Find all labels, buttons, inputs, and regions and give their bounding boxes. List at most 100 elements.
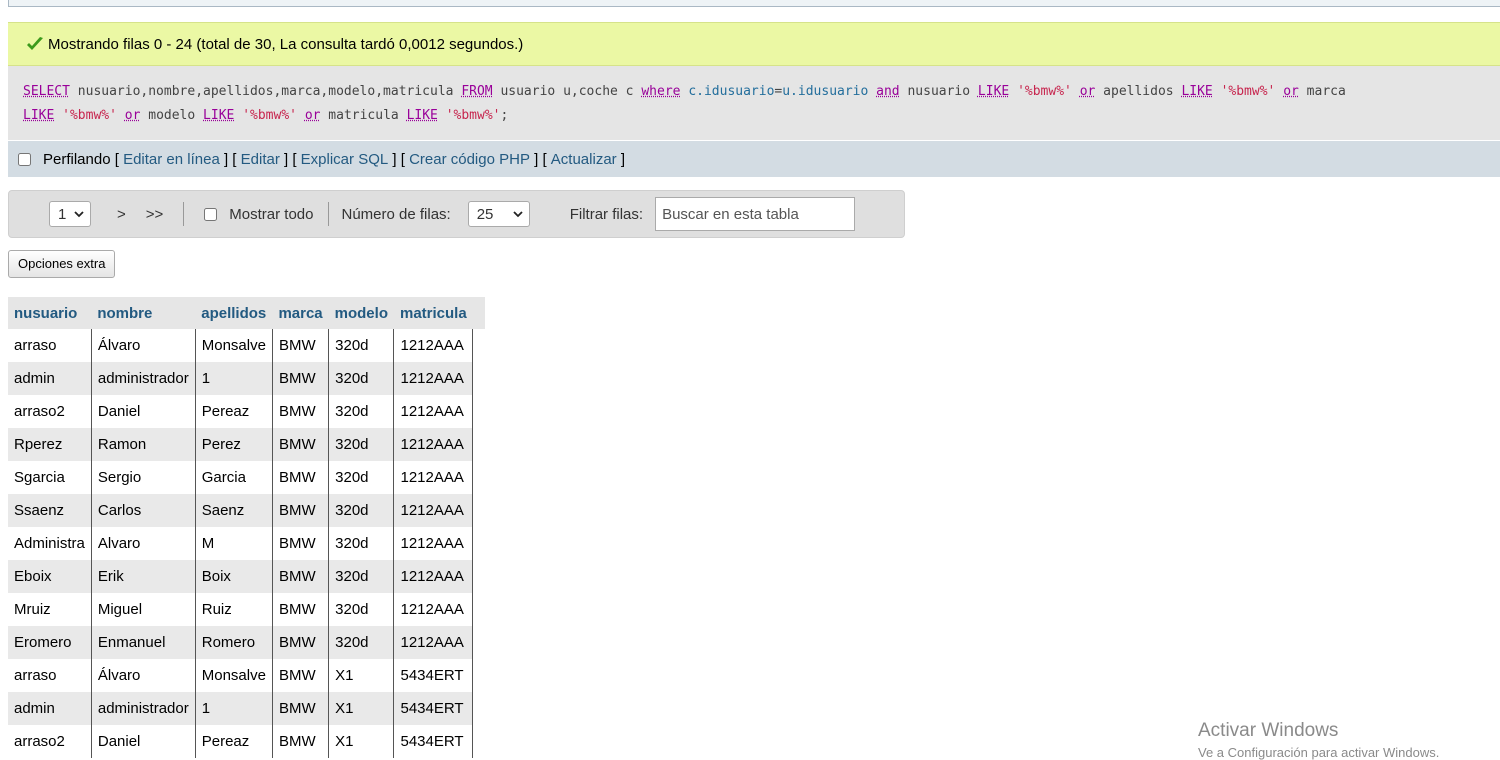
column-header-modelo[interactable]: modelo xyxy=(328,297,394,329)
table-cell-modelo[interactable]: X1 xyxy=(328,659,395,692)
table-row[interactable]: arraso2 Daniel Pereaz BMW X1 5434ERT xyxy=(8,725,485,758)
table-cell-marca[interactable]: BMW xyxy=(272,527,330,560)
table-cell-marca[interactable]: BMW xyxy=(272,362,330,395)
table-cell-modelo[interactable]: 320d xyxy=(328,527,395,560)
table-row[interactable]: arraso Álvaro Monsalve BMW X1 5434ERT xyxy=(8,659,485,692)
sql-query-box[interactable]: SELECT nusuario,nombre,apellidos,marca,m… xyxy=(8,66,1500,140)
table-row[interactable]: Eromero Enmanuel Romero BMW 320d 1212AAA xyxy=(8,626,485,659)
table-cell-modelo[interactable]: X1 xyxy=(328,692,395,725)
table-cell-matricula[interactable]: 1212AAA xyxy=(393,428,474,461)
table-row[interactable]: Eboix Erik Boix BMW 320d 1212AAA xyxy=(8,560,485,593)
table-cell-apellidos[interactable]: Ruiz xyxy=(195,593,273,626)
table-cell-matricula[interactable]: 1212AAA xyxy=(393,395,474,428)
extra-options-button[interactable]: Opciones extra xyxy=(8,250,116,278)
table-cell-modelo[interactable]: 320d xyxy=(328,428,395,461)
table-cell-matricula[interactable]: 1212AAA xyxy=(393,626,474,659)
create-php-code-link[interactable]: Crear código PHP xyxy=(409,151,530,168)
table-cell-nusuario[interactable]: admin xyxy=(8,692,92,725)
table-cell-apellidos[interactable]: Boix xyxy=(195,560,273,593)
table-cell-nusuario[interactable]: arraso2 xyxy=(8,725,92,758)
table-cell-matricula[interactable]: 1212AAA xyxy=(393,362,474,395)
table-cell-modelo[interactable]: 320d xyxy=(328,593,395,626)
table-row[interactable]: arraso Álvaro Monsalve BMW 320d 1212AAA xyxy=(8,329,485,362)
table-row[interactable]: admin administrador 1 BMW X1 5434ERT xyxy=(8,692,485,725)
table-cell-nusuario[interactable]: admin xyxy=(8,362,92,395)
table-cell-marca[interactable]: BMW xyxy=(272,329,330,362)
table-cell-nusuario[interactable]: Rperez xyxy=(8,428,92,461)
profiling-checkbox[interactable] xyxy=(18,152,31,166)
table-row[interactable]: arraso2 Daniel Pereaz BMW 320d 1212AAA xyxy=(8,395,485,428)
last-page-button[interactable]: >> xyxy=(146,206,164,223)
table-cell-nusuario[interactable]: arraso xyxy=(8,659,92,692)
table-row[interactable]: Administra Alvaro M BMW 320d 1212AAA xyxy=(8,527,485,560)
table-cell-apellidos[interactable]: Monsalve xyxy=(195,329,273,362)
table-cell-modelo[interactable]: 320d xyxy=(328,329,395,362)
table-cell-marca[interactable]: BMW xyxy=(272,494,330,527)
table-cell-apellidos[interactable]: Pereaz xyxy=(195,725,273,758)
table-cell-nombre[interactable]: Sergio xyxy=(91,461,196,494)
table-cell-modelo[interactable]: 320d xyxy=(328,560,395,593)
edit-inline-link[interactable]: Editar en línea xyxy=(123,151,220,168)
rows-count-select[interactable]: 25 xyxy=(467,201,530,227)
table-cell-marca[interactable]: BMW xyxy=(272,692,330,725)
table-cell-nombre[interactable]: Daniel xyxy=(91,395,196,428)
table-cell-matricula[interactable]: 1212AAA xyxy=(393,329,474,362)
table-cell-nusuario[interactable]: Eromero xyxy=(8,626,92,659)
table-cell-marca[interactable]: BMW xyxy=(272,428,330,461)
table-cell-apellidos[interactable]: Monsalve xyxy=(195,659,273,692)
table-cell-matricula[interactable]: 1212AAA xyxy=(393,560,474,593)
column-header-apellidos[interactable]: apellidos xyxy=(195,297,273,329)
table-cell-modelo[interactable]: 320d xyxy=(328,494,395,527)
table-cell-marca[interactable]: BMW xyxy=(272,725,330,758)
table-cell-apellidos[interactable]: M xyxy=(195,527,273,560)
refresh-link[interactable]: Actualizar xyxy=(551,151,617,168)
table-cell-nombre[interactable]: Erik xyxy=(91,560,196,593)
table-cell-marca[interactable]: BMW xyxy=(272,626,330,659)
table-cell-nusuario[interactable]: arraso2 xyxy=(8,395,92,428)
table-cell-modelo[interactable]: 320d xyxy=(328,626,395,659)
table-cell-marca[interactable]: BMW xyxy=(272,560,330,593)
table-row[interactable]: Sgarcia Sergio Garcia BMW 320d 1212AAA xyxy=(8,461,485,494)
column-header-nombre[interactable]: nombre xyxy=(91,297,196,329)
table-cell-nusuario[interactable]: Administra xyxy=(8,527,92,560)
table-cell-nusuario[interactable]: Ssaenz xyxy=(8,494,92,527)
table-row[interactable]: Rperez Ramon Perez BMW 320d 1212AAA xyxy=(8,428,485,461)
table-cell-modelo[interactable]: 320d xyxy=(328,362,395,395)
table-cell-modelo[interactable]: 320d xyxy=(328,395,395,428)
table-cell-nombre[interactable]: Álvaro xyxy=(91,329,196,362)
column-header-matricula[interactable]: matricula xyxy=(393,297,473,329)
table-cell-marca[interactable]: BMW xyxy=(272,461,330,494)
page-select[interactable]: 1 xyxy=(49,201,91,227)
table-row[interactable]: Ssaenz Carlos Saenz BMW 320d 1212AAA xyxy=(8,494,485,527)
table-cell-matricula[interactable]: 1212AAA xyxy=(393,593,474,626)
next-page-button[interactable]: > xyxy=(117,206,126,223)
table-cell-matricula[interactable]: 1212AAA xyxy=(393,461,474,494)
table-cell-nombre[interactable]: Ramon xyxy=(91,428,196,461)
table-cell-apellidos[interactable]: Romero xyxy=(195,626,273,659)
table-cell-marca[interactable]: BMW xyxy=(272,659,330,692)
table-cell-modelo[interactable]: 320d xyxy=(328,461,395,494)
explain-sql-link[interactable]: Explicar SQL xyxy=(301,151,389,168)
table-cell-nombre[interactable]: Álvaro xyxy=(91,659,196,692)
table-cell-nusuario[interactable]: Sgarcia xyxy=(8,461,92,494)
column-header-nusuario[interactable]: nusuario xyxy=(8,297,92,329)
table-cell-matricula[interactable]: 5434ERT xyxy=(393,659,474,692)
table-cell-nombre[interactable]: Daniel xyxy=(91,725,196,758)
table-cell-nusuario[interactable]: Mruiz xyxy=(8,593,92,626)
table-cell-nusuario[interactable]: arraso xyxy=(8,329,92,362)
edit-link[interactable]: Editar xyxy=(241,151,280,168)
table-row[interactable]: admin administrador 1 BMW 320d 1212AAA xyxy=(8,362,485,395)
table-cell-apellidos[interactable]: Perez xyxy=(195,428,273,461)
table-cell-modelo[interactable]: X1 xyxy=(328,725,395,758)
table-row[interactable]: Mruiz Miguel Ruiz BMW 320d 1212AAA xyxy=(8,593,485,626)
table-cell-apellidos[interactable]: Pereaz xyxy=(195,395,273,428)
table-cell-nombre[interactable]: Alvaro xyxy=(91,527,196,560)
table-cell-matricula[interactable]: 5434ERT xyxy=(393,692,474,725)
filter-rows-input[interactable] xyxy=(655,197,856,231)
table-cell-nombre[interactable]: Miguel xyxy=(91,593,196,626)
table-cell-nombre[interactable]: administrador xyxy=(91,692,196,725)
show-all-checkbox[interactable] xyxy=(204,207,218,221)
table-cell-nombre[interactable]: administrador xyxy=(91,362,196,395)
table-cell-marca[interactable]: BMW xyxy=(272,395,330,428)
table-cell-nombre[interactable]: Carlos xyxy=(91,494,196,527)
